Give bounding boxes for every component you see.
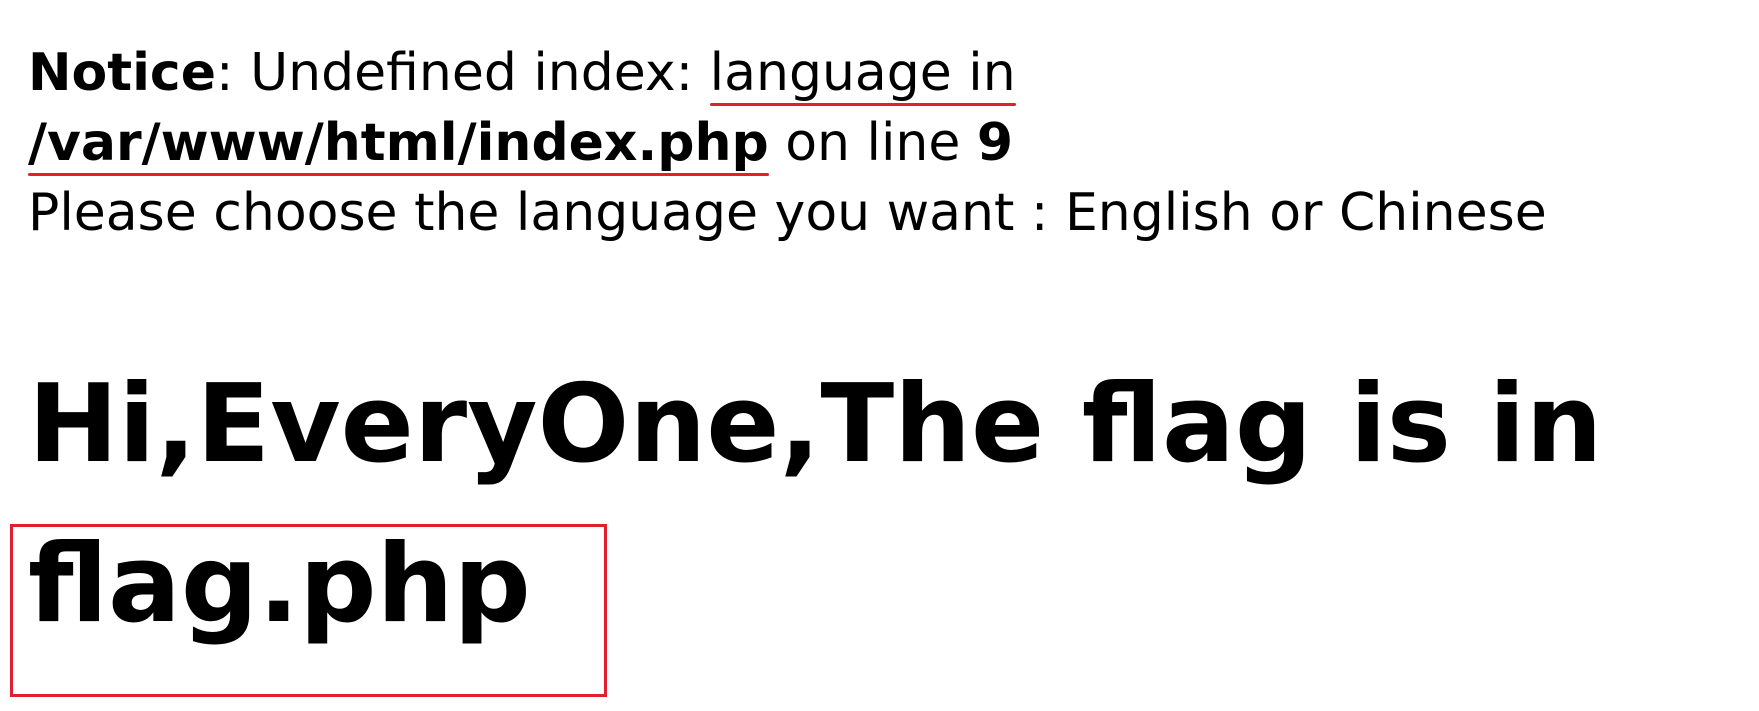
underlined-language-in: language in [709,38,1016,108]
notice-file-path: /var/www/html/index.php [28,108,769,178]
notice-line-1: Notice: Undefined index: language in [28,38,1728,108]
php-notice: Notice: Undefined index: language in /va… [28,38,1728,248]
language-prompt: Please choose the language you want : En… [28,183,1547,243]
notice-message: Undefined index: [250,43,710,103]
notice-line-2: /var/www/html/index.php on line 9 [28,108,1728,178]
notice-colon: : [216,43,251,103]
notice-line-number: 9 [976,113,1014,173]
heading-line-1: Hi,EveryOne,The flag is in [28,362,1603,487]
notice-on-line: on line [768,113,977,173]
flag-highlight-box [10,524,607,697]
notice-label: Notice [28,43,217,103]
